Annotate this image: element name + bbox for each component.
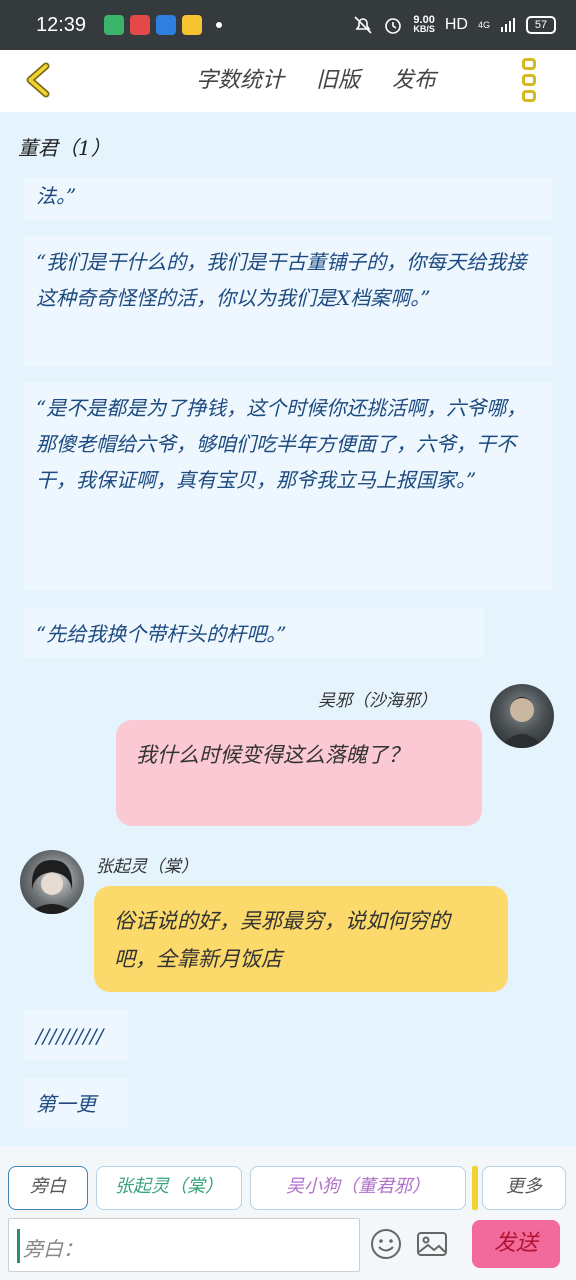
signal-label: 4G — [477, 20, 490, 30]
old-version-link[interactable]: 旧版 — [316, 62, 360, 94]
narration-block[interactable]: “先给我换个带杆头的杆吧。” — [24, 608, 484, 658]
net-speed-unit: KB/S — [413, 24, 435, 34]
narration-block[interactable]: “是不是都是为了挣钱，这个时候你还挑活啊，六爷哪，那傻老帽给六爷，够咱们吃半年方… — [24, 382, 552, 590]
speaker-name: 吴邪（沙海邪） — [318, 691, 437, 711]
message-bubble[interactable]: 俗话说的好，吴邪最穷，说如何穷的吧，全靠新月饭店 — [94, 886, 508, 992]
mute-icon — [354, 16, 372, 34]
role-chip-wu-xiaogou[interactable]: 吴小狗（董君邪） — [250, 1166, 466, 1210]
composer-bar: 旁白 张起灵（棠） 吴小狗（董君邪） 更多 旁白： 发送 — [0, 1146, 576, 1280]
speaker-name: 张起灵（棠） — [96, 857, 198, 877]
publish-link[interactable]: 发布 — [392, 62, 436, 94]
narration-block[interactable]: 法。” — [24, 178, 552, 220]
more-options-icon[interactable] — [522, 58, 538, 102]
narration-block[interactable]: “我们是干什么的，我们是干古董铺子的，你每天给我接这种奇奇怪怪的活，你以为我们是… — [24, 236, 552, 366]
role-chip-narrator[interactable]: 旁白 — [8, 1166, 88, 1210]
app-icon-red — [130, 15, 151, 35]
signal-icon — [501, 18, 515, 32]
alarm-icon — [385, 18, 402, 34]
send-button[interactable]: 发送 — [472, 1220, 560, 1268]
status-bar: 12:39 9.00 KB/S HD 4G 57 — [0, 0, 576, 50]
app-icon-weibo — [182, 15, 203, 35]
avatar[interactable] — [20, 850, 84, 914]
message-input-placeholder: 旁白： — [23, 1237, 83, 1261]
header-menu: 字数统计 旧版 发布 — [196, 62, 436, 94]
hd-indicator: HD — [444, 16, 468, 33]
narration-block[interactable]: ////////// — [24, 1010, 128, 1060]
status-time: 12:39 — [36, 13, 87, 36]
narration-block[interactable]: 第一更 — [24, 1078, 128, 1128]
role-chip-partial[interactable] — [472, 1166, 478, 1210]
app-icon-green — [104, 15, 125, 35]
app-header: 字数统计 旧版 发布 — [0, 50, 576, 112]
image-icon[interactable] — [414, 1226, 450, 1262]
more-roles-button[interactable]: 更多 — [482, 1166, 566, 1210]
message-input[interactable]: 旁白： — [8, 1218, 360, 1272]
app-icon-blue — [156, 15, 177, 35]
emoji-icon[interactable] — [368, 1226, 404, 1262]
chapter-title: 董君（1） — [18, 136, 111, 160]
net-speed: 9.00 KB/S — [413, 15, 435, 34]
notification-dot — [216, 22, 223, 28]
back-arrow-icon[interactable] — [20, 60, 60, 100]
word-count-link[interactable]: 字数统计 — [196, 62, 284, 94]
battery-indicator: 57 — [526, 16, 556, 34]
avatar[interactable] — [490, 684, 554, 748]
message-bubble[interactable]: 我什么时候变得这么落魄了？ — [116, 720, 482, 826]
role-chip-zhang-qiling[interactable]: 张起灵（棠） — [96, 1166, 242, 1210]
